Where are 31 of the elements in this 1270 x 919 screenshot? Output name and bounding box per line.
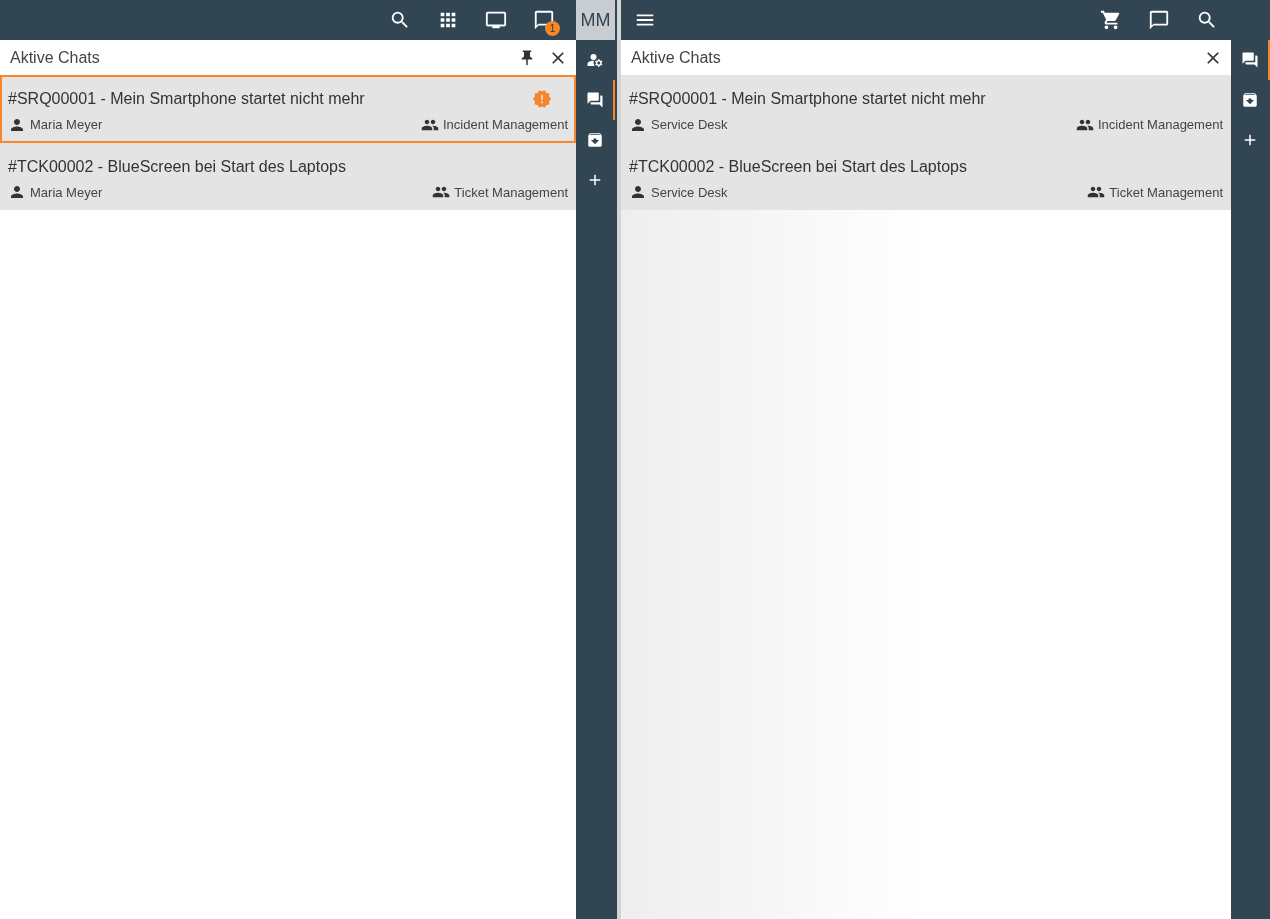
user-gear-icon bbox=[585, 51, 604, 69]
cart-icon bbox=[1100, 9, 1122, 31]
chats-icon bbox=[585, 91, 604, 109]
group-name: Incident Management bbox=[1097, 116, 1223, 134]
person-name: Service Desk bbox=[651, 116, 728, 134]
group-name: Ticket Management bbox=[454, 183, 568, 202]
panel-title: Aktive Chats bbox=[10, 47, 100, 68]
chat-title: #TCK00002 - BlueScreen bei Start des Laptops bbox=[629, 156, 967, 177]
archive-icon bbox=[585, 131, 604, 149]
person-name: Maria Meyer bbox=[30, 183, 103, 202]
chat-item[interactable]: #TCK00002 - BlueScreen bei Start des Laptops Service Desk Ticket Management bbox=[621, 142, 1231, 210]
person-name: Service Desk bbox=[651, 183, 728, 202]
chat-title: #SRQ00001 - Mein Smartphone startet nicht mehr bbox=[629, 89, 986, 109]
screen-play-icon bbox=[485, 9, 507, 31]
group-name: Incident Management bbox=[442, 116, 568, 134]
group-name: Ticket Management bbox=[1109, 183, 1223, 202]
avatar[interactable]: MM bbox=[576, 0, 615, 40]
panel-title: Aktive Chats bbox=[631, 47, 721, 68]
chat-title: #TCK00002 - BlueScreen bei Start des Laptops bbox=[8, 156, 346, 177]
chat-item[interactable]: #SRQ00001 - Mein Smartphone startet nicht mehr Service Desk Incident Management bbox=[621, 75, 1231, 143]
chat-icon bbox=[1148, 9, 1170, 31]
chat-button[interactable]: 1 bbox=[520, 0, 568, 40]
chats-icon bbox=[1240, 51, 1259, 69]
badge: 1 bbox=[545, 21, 560, 36]
search-icon bbox=[389, 9, 411, 31]
archive-icon bbox=[1240, 91, 1259, 109]
person-name: Maria Meyer bbox=[30, 116, 103, 134]
search-icon bbox=[1196, 9, 1218, 31]
chat-item[interactable]: #TCK00002 - BlueScreen bei Start des Laptops Maria Meyer Ticket Management bbox=[0, 142, 576, 210]
chat-item[interactable]: #SRQ00001 - Mein Smartphone startet nicht mehr Maria Meyer Incident Management bbox=[0, 75, 576, 143]
chat-title: #SRQ00001 - Mein Smartphone startet nicht mehr bbox=[8, 89, 365, 109]
